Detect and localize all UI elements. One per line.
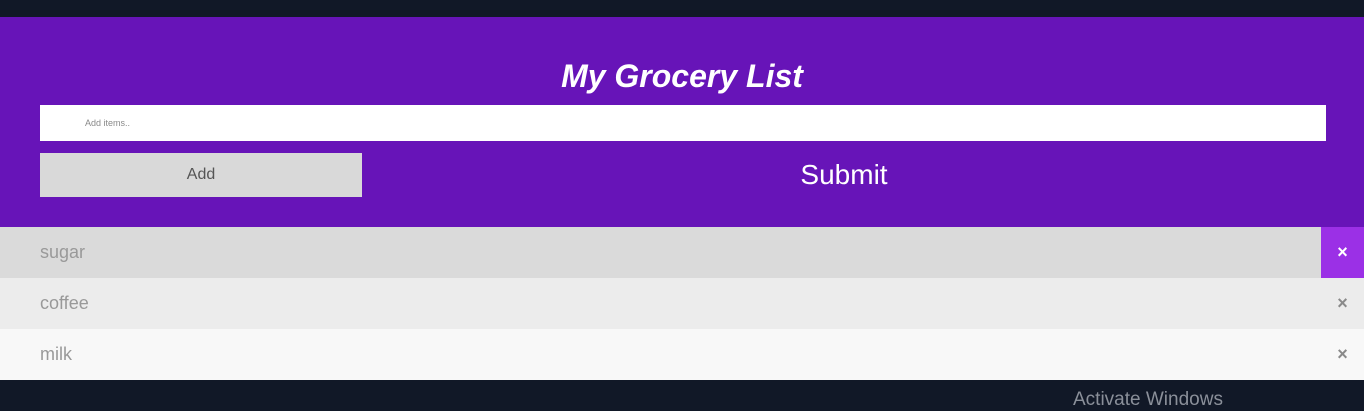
- submit-button[interactable]: Submit: [362, 153, 1326, 197]
- page-title: My Grocery List: [561, 58, 803, 94]
- list-item[interactable]: sugar ×: [0, 227, 1364, 278]
- list-item-label: sugar: [40, 242, 86, 262]
- close-icon[interactable]: ×: [1321, 329, 1364, 380]
- header: My Grocery List Add Submit: [0, 17, 1364, 227]
- grocery-list: sugar × coffee × milk ×: [0, 227, 1364, 380]
- add-item-input[interactable]: [40, 105, 1326, 141]
- list-item[interactable]: coffee ×: [0, 278, 1364, 329]
- list-item[interactable]: milk ×: [0, 329, 1364, 380]
- list-item-label: coffee: [40, 293, 89, 313]
- close-icon[interactable]: ×: [1321, 227, 1364, 278]
- add-button[interactable]: Add: [40, 153, 362, 197]
- close-icon[interactable]: ×: [1321, 278, 1364, 329]
- top-strip: [0, 0, 1364, 17]
- list-item-label: milk: [40, 344, 72, 364]
